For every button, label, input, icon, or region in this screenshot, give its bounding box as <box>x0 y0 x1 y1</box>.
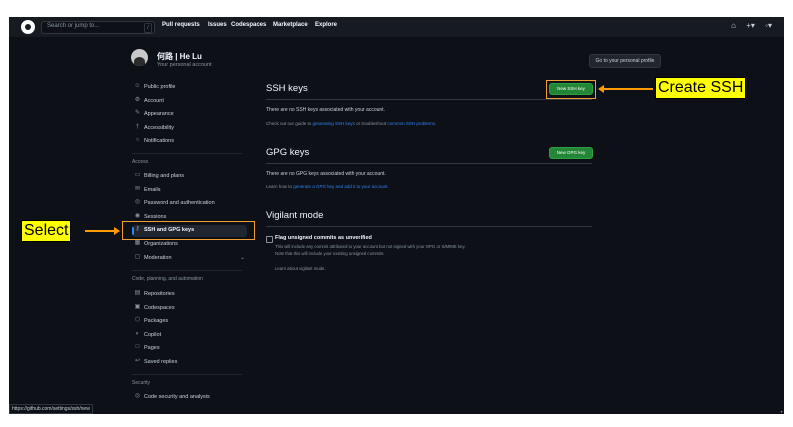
shield-icon: ◎ <box>134 199 141 205</box>
search-placeholder: Search or jump to... <box>47 23 100 29</box>
status-bar-url: https://github.com/settings/ssh/new <box>9 404 93 414</box>
sidebar-divider <box>132 374 242 375</box>
bell-icon: ○ <box>135 137 140 143</box>
sidebar-heading-access: Access <box>132 159 149 165</box>
sidebar-item-notifications[interactable]: ○ Notifications <box>132 136 247 148</box>
flag-unsigned-label[interactable]: Flag unsigned commits as unverified <box>275 235 372 241</box>
sidebar-item-moderation[interactable]: ▢ Moderation ⌄ <box>132 253 247 265</box>
top-right-icons: ⌂ +▾ ◦▾ <box>723 21 772 30</box>
ssh-help-text: Check out our guide to generating SSH ke… <box>266 121 437 126</box>
nav-codespaces[interactable]: Codespaces <box>231 22 266 28</box>
accessibility-icon: † <box>135 124 140 130</box>
sidebar-item-appearance[interactable]: ✎ Appearance <box>132 109 247 121</box>
go-to-profile-button[interactable]: Go to your personal profile <box>589 54 661 68</box>
sidebar-item-password[interactable]: ◎ Password and authentication <box>132 198 247 210</box>
scrollbar[interactable]: ▾ <box>779 37 784 414</box>
scroll-down-arrow-icon[interactable]: ▾ <box>779 409 784 414</box>
sidebar-divider <box>132 153 242 154</box>
avatar-menu[interactable]: ◦▾ <box>765 21 772 30</box>
top-navigation-bar: Search or jump to... / Pull requests Iss… <box>9 17 784 37</box>
sidebar-item-account[interactable]: ⚙ Account <box>132 96 247 108</box>
browser-icon: □ <box>135 344 140 350</box>
codescan-icon: ◎ <box>134 393 141 399</box>
paintbrush-icon: ✎ <box>134 110 141 116</box>
report-icon: ▢ <box>134 254 141 260</box>
search-input[interactable]: Search or jump to... / <box>41 21 155 34</box>
nav-explore[interactable]: Explore <box>315 22 337 28</box>
gpg-help-text: Learn how to generate a GPG key and add … <box>266 184 389 189</box>
organization-icon: ▦ <box>134 240 141 246</box>
sidebar-heading-code: Code, planning, and automation <box>132 276 203 282</box>
package-icon: ⬡ <box>134 317 141 323</box>
sidebar-item-packages[interactable]: ⬡ Packages <box>132 316 247 328</box>
highlight-new-ssh-key <box>546 80 596 99</box>
nav-pull-requests[interactable]: Pull requests <box>162 22 200 28</box>
nav-issues[interactable]: Issues <box>208 22 227 28</box>
sidebar-item-organizations[interactable]: ▦ Organizations <box>132 239 247 251</box>
gpg-keys-heading: GPG keys <box>266 147 310 158</box>
gear-icon: ⚙ <box>134 97 141 103</box>
mail-icon: ✉ <box>134 186 141 192</box>
broadcast-icon: ◉ <box>134 213 141 219</box>
learn-vigilant-mode-link[interactable]: Learn about vigilant mode. <box>275 266 326 271</box>
flag-unsigned-checkbox[interactable] <box>266 236 273 243</box>
credit-card-icon: ▭ <box>134 172 141 178</box>
sidebar-item-saved-replies[interactable]: ↩ Saved replies <box>132 357 247 369</box>
copilot-icon: ◐ <box>135 331 140 337</box>
vigilant-mode-heading: Vigilant mode <box>266 210 324 221</box>
sidebar-item-pages[interactable]: □ Pages <box>132 343 247 355</box>
plus-icon[interactable]: +▾ <box>746 21 755 30</box>
highlight-ssh-gpg-keys <box>122 221 255 240</box>
sidebar-item-codespaces[interactable]: ▣ Codespaces <box>132 303 247 315</box>
slash-hint: / <box>144 23 152 33</box>
account-name: 何路 | He Lu <box>157 52 202 61</box>
sidebar-item-accessibility[interactable]: † Accessibility <box>132 123 247 135</box>
sidebar-item-billing[interactable]: ▭ Billing and plans <box>132 171 247 183</box>
generate-gpg-key-link[interactable]: generate a GPG key and add it to your ac… <box>293 184 387 189</box>
reply-icon: ↩ <box>134 358 141 364</box>
github-logo-icon[interactable] <box>21 20 35 34</box>
gpg-empty-message: There are no GPG keys associated with yo… <box>266 171 386 177</box>
common-ssh-problems-link[interactable]: common SSH problems <box>387 121 435 126</box>
sidebar-heading-security: Security <box>132 380 151 386</box>
new-gpg-key-button[interactable]: New GPG key <box>549 147 593 159</box>
person-icon: ☺ <box>134 83 141 89</box>
bell-icon[interactable]: ⌂ <box>731 21 736 30</box>
vigilant-description: This will include any commit attributed … <box>275 244 466 249</box>
chevron-down-icon: ⌄ <box>239 255 245 261</box>
sidebar-item-code-security[interactable]: ◎ Code security and analysis <box>132 392 247 404</box>
ssh-keys-heading: SSH keys <box>266 83 308 94</box>
sidebar-item-emails[interactable]: ✉ Emails <box>132 185 247 197</box>
avatar[interactable] <box>131 49 148 66</box>
sidebar-item-public-profile[interactable]: ☺ Public profile <box>132 82 247 94</box>
section-divider <box>266 226 592 227</box>
create-ssh-callout: Create SSH <box>655 77 747 99</box>
vigilant-note: Note that this will include your existin… <box>275 251 385 256</box>
repo-icon: ▤ <box>134 290 141 296</box>
sidebar-divider <box>132 270 242 271</box>
nav-marketplace[interactable]: Marketplace <box>273 22 308 28</box>
arrow-to-sidebar-item <box>85 227 120 235</box>
section-divider <box>266 163 592 164</box>
ssh-empty-message: There are no SSH keys associated with yo… <box>266 107 385 113</box>
sidebar-item-copilot[interactable]: ◐ Copilot <box>132 330 247 342</box>
arrow-to-new-ssh-button <box>598 85 653 93</box>
sidebar-item-repositories[interactable]: ▤ Repositories <box>132 289 247 301</box>
section-divider <box>266 99 592 100</box>
account-subtitle: Your personal account <box>157 62 212 68</box>
generating-ssh-keys-link[interactable]: generating SSH keys <box>313 121 355 126</box>
select-callout: Select <box>21 220 72 242</box>
codespaces-icon: ▣ <box>134 304 141 310</box>
